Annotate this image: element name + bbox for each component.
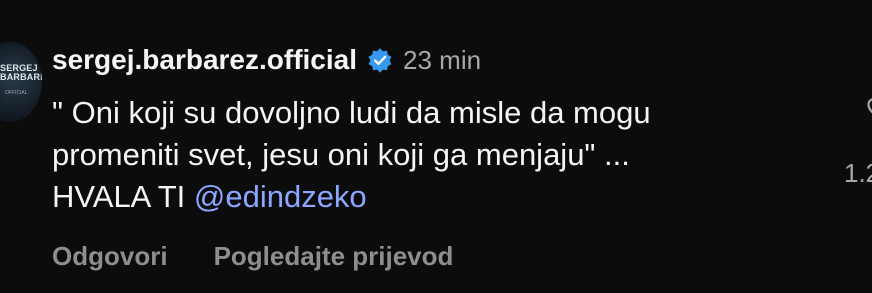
like-count: 1.2 — [844, 158, 872, 188]
reply-button[interactable]: Odgovori — [52, 241, 168, 272]
comment-text-line-1: " Oni koji su dovoljno ludi da misle da … — [52, 95, 651, 130]
comment-text-line-2: promeniti svet, jesu oni koji ga menjaju… — [52, 137, 630, 172]
comment-timestamp: 23 min — [403, 44, 482, 75]
avatar[interactable]: SERGEJ BARBAREZ OFFICIAL — [0, 42, 42, 122]
avatar-logo-subtext: OFFICIAL — [5, 90, 28, 96]
comment-header: sergej.barbarez.official 23 min — [52, 42, 481, 78]
mention-link[interactable]: @edindzeko — [194, 179, 367, 214]
translate-button[interactable]: Pogledajte prijevod — [214, 241, 454, 272]
heart-icon[interactable] — [866, 96, 872, 122]
comment-screen: SERGEJ BARBAREZ OFFICIAL sergej.barbarez… — [0, 0, 872, 293]
avatar-logo-text: SERGEJ BARBAREZ — [0, 63, 42, 82]
comment-actions: Odgovori Pogledajte prijevod — [52, 238, 453, 274]
verified-badge-icon — [368, 48, 392, 73]
comment-text-prefix: HVALA TI — [52, 179, 194, 214]
comment-text-line-3: HVALA TI @edindzeko — [52, 176, 832, 218]
username-link[interactable]: sergej.barbarez.official — [52, 44, 357, 76]
comment-text: " Oni koji su dovoljno ludi da misle da … — [52, 92, 832, 218]
